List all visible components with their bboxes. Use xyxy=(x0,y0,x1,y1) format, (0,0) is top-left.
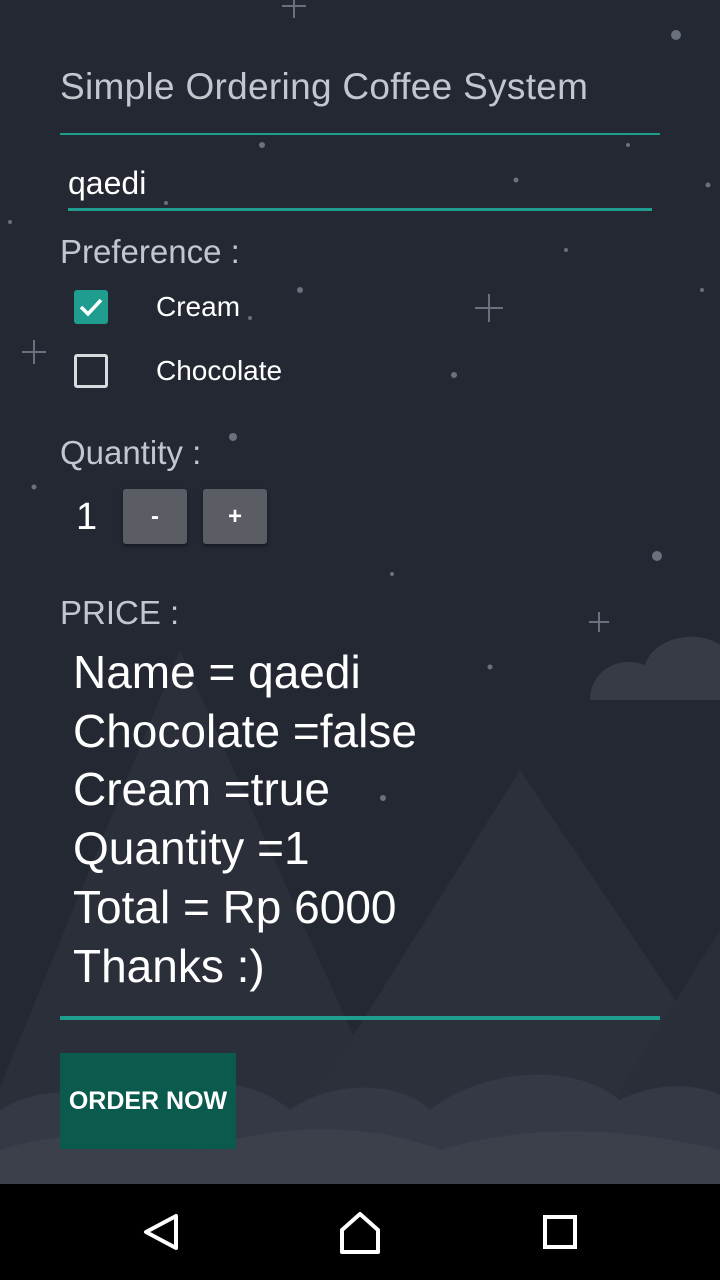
summary-divider xyxy=(60,1016,660,1020)
system-navigation-bar xyxy=(0,1184,720,1280)
increment-button[interactable]: + xyxy=(203,489,267,544)
price-label: PRICE : xyxy=(60,594,180,631)
summary-line-name: Name = qaedi xyxy=(73,646,361,698)
summary-line-thanks: Thanks :) xyxy=(73,939,265,992)
home-button[interactable] xyxy=(330,1202,390,1262)
summary-line-quantity: Quantity =1 xyxy=(73,822,310,875)
back-triangle-icon xyxy=(144,1214,178,1250)
back-button[interactable] xyxy=(130,1202,190,1262)
chocolate-checkbox[interactable] xyxy=(74,354,108,388)
title-divider xyxy=(60,133,660,135)
decrement-button[interactable]: - xyxy=(123,489,187,544)
quantity-label: Quantity : xyxy=(60,434,202,471)
chocolate-checkbox-row[interactable]: Chocolate xyxy=(72,352,372,392)
cream-label: Cream xyxy=(156,291,241,322)
summary-line-cream: Cream =true xyxy=(73,763,330,816)
recents-square-icon xyxy=(543,1215,577,1249)
recents-button[interactable] xyxy=(530,1202,590,1262)
cream-checkbox-row[interactable]: Cream xyxy=(72,288,372,328)
order-form: Simple Ordering Coffee System Preference… xyxy=(0,0,720,1184)
summary-line-total: Total = Rp 6000 xyxy=(73,880,397,933)
page-title: Simple Ordering Coffee System xyxy=(60,66,589,107)
checkmark-icon xyxy=(79,298,103,317)
home-icon xyxy=(340,1212,380,1254)
quantity-value: 1 xyxy=(76,496,98,538)
order-summary: Name = qaedi Chocolate =false Cream =tru… xyxy=(73,643,417,995)
order-now-button[interactable]: ORDER NOW xyxy=(60,1053,236,1149)
summary-line-chocolate: Chocolate =false xyxy=(73,704,417,757)
preference-label: Preference : xyxy=(60,233,240,270)
chocolate-label: Chocolate xyxy=(156,355,283,386)
name-input[interactable] xyxy=(68,158,652,211)
cream-checkbox[interactable] xyxy=(74,290,108,324)
